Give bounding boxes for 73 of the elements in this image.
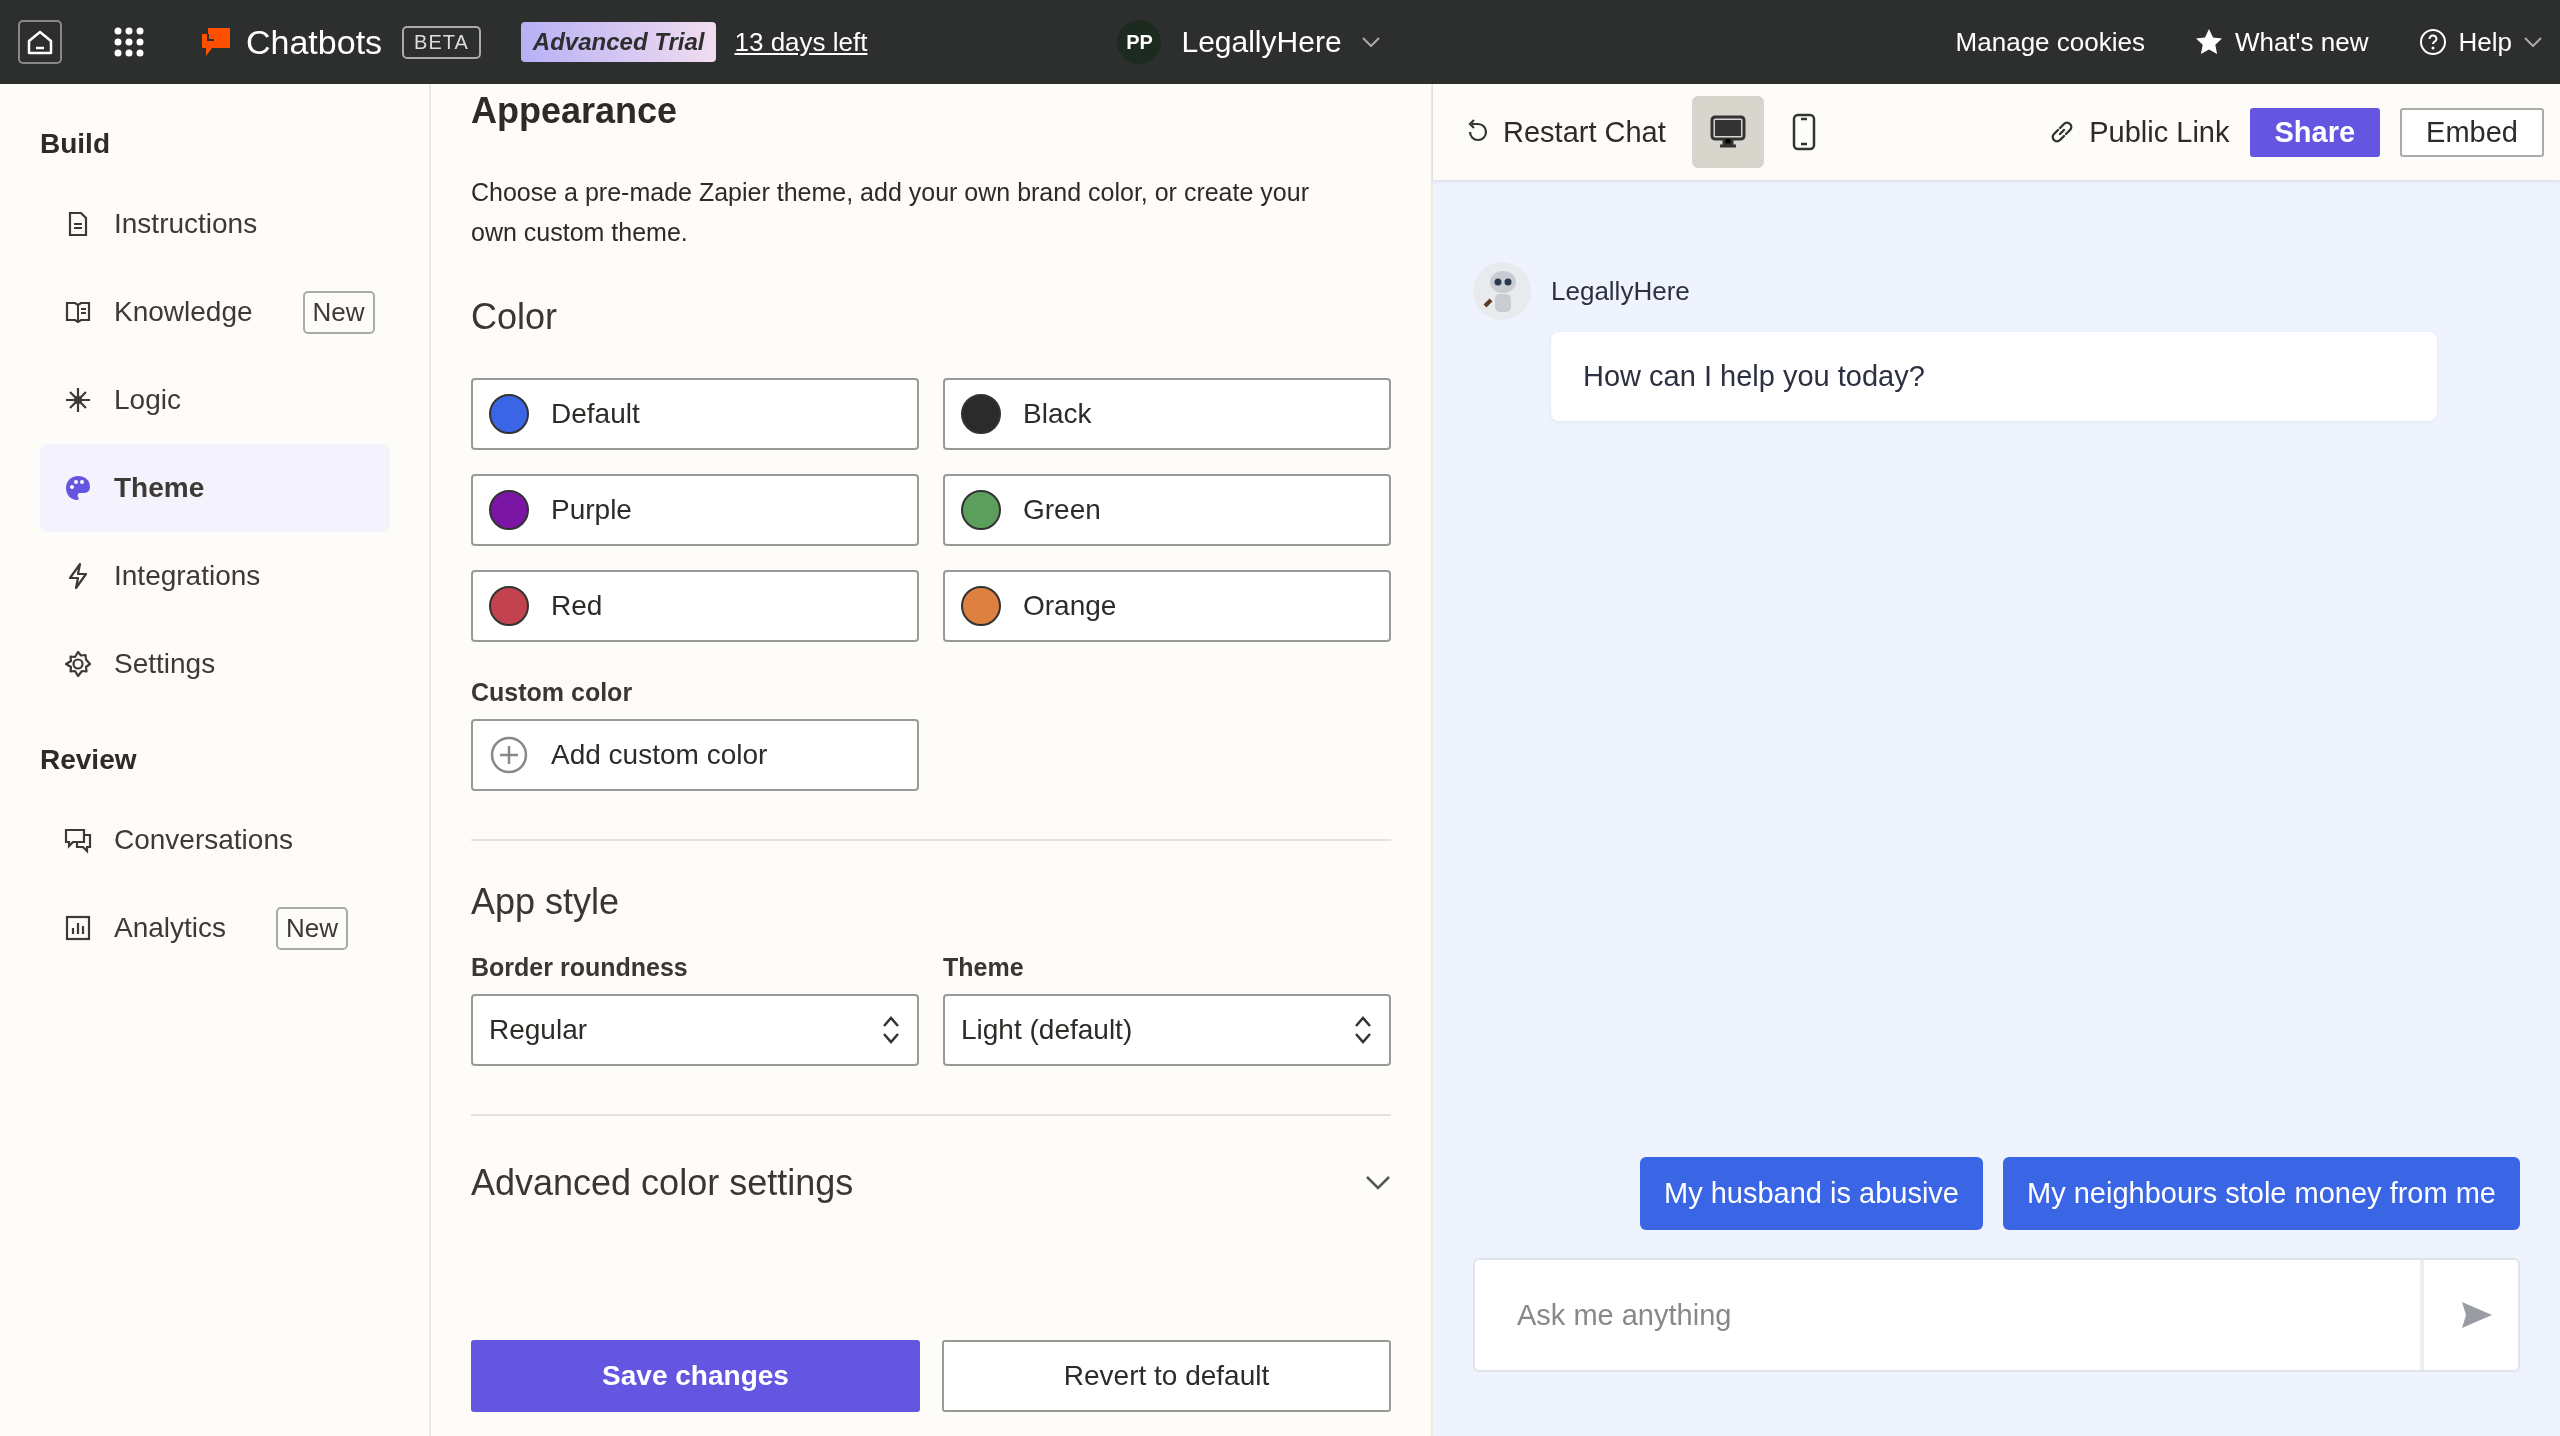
bot-avatar-icon [1473, 262, 1531, 320]
star-icon [2194, 28, 2223, 56]
logo-icon [200, 26, 232, 58]
input-field[interactable]: Ask me anything [1515, 1297, 2420, 1333]
chevron-down-icon [1365, 1175, 1391, 1191]
embed-button[interactable]: Embed [2400, 107, 2544, 157]
public-link-button[interactable]: Public Link [2047, 115, 2230, 149]
palette-icon [64, 474, 92, 502]
sidebar-item[interactable]: Knowledge New [40, 268, 390, 356]
sidebar-item[interactable]: Theme [40, 444, 390, 532]
topbar-link[interactable]: What's new [2194, 26, 2369, 58]
suggestion-button[interactable]: My husband is abusive [1639, 1157, 1983, 1230]
chat-bubbles-icon [64, 826, 92, 854]
suggestion-button[interactable]: My neighbours stole money from me [2002, 1157, 2520, 1230]
restart-chat-button[interactable]: Restart Chat [1465, 115, 1666, 149]
chevron-down-icon [2524, 37, 2542, 47]
section-heading: Build [40, 128, 111, 161]
home-icon [26, 29, 54, 55]
settings-icon [64, 650, 92, 678]
section-heading: Color [471, 296, 559, 338]
revert-button[interactable]: Revert to default [942, 1340, 1391, 1412]
description-text: Choose a pre-made Zapier theme, add your own brand color, or create your own custom theme. [471, 177, 1310, 248]
trial-link[interactable]: 13 days left [734, 26, 868, 58]
sidebar-item[interactable]: Integrations [40, 532, 390, 620]
color-option[interactable]: Default [471, 378, 919, 450]
sidebar-item[interactable]: Logic [40, 356, 390, 444]
section-title: Appearance [471, 90, 679, 132]
chat-input[interactable]: Ask me anything [1473, 1258, 2520, 1372]
bot-name: LegallyHere [1551, 275, 1690, 307]
sidebar-item[interactable]: Instructions [40, 180, 390, 268]
chevron-down-icon [1361, 37, 1380, 47]
select-field[interactable]: Regular [471, 994, 919, 1066]
color-option[interactable]: Green [943, 474, 1391, 546]
send-button[interactable] [2460, 1300, 2494, 1330]
home-button[interactable] [18, 20, 62, 64]
help-icon [2418, 28, 2447, 56]
topbar-link[interactable]: Help [2418, 26, 2542, 58]
app-title: Chatbots [246, 22, 383, 62]
color-option[interactable]: Black [943, 378, 1391, 450]
section-heading: App style [471, 881, 621, 923]
color-option[interactable]: Orange [943, 570, 1391, 642]
new-badge: New [302, 290, 375, 334]
sidebar-item[interactable]: Conversations [40, 796, 390, 884]
sidebar-item[interactable]: Settings [40, 620, 390, 708]
color-option[interactable]: Red [471, 570, 919, 642]
chat-message: How can I help you today? [1551, 332, 2437, 421]
field-label: Custom color [471, 678, 634, 707]
save-button[interactable]: Save changes [471, 1340, 920, 1412]
send-icon [2460, 1300, 2494, 1330]
bar-chart-icon [64, 914, 92, 942]
account-menu[interactable]: PP LegallyHere [1117, 20, 1380, 64]
field-label: Border roundness [471, 953, 689, 982]
sparkle-icon [64, 386, 92, 414]
field-label: Theme [943, 953, 1025, 982]
apps-grid-icon[interactable] [114, 27, 144, 57]
topbar-link[interactable]: Manage cookies [1955, 26, 2145, 58]
new-badge: New [276, 906, 349, 950]
account-avatar: PP [1117, 20, 1162, 64]
desktop-view-button[interactable] [1691, 96, 1764, 168]
plus-circle-icon [489, 735, 529, 775]
add-custom-color-button[interactable]: Add custom color [471, 719, 919, 791]
sidebar-item[interactable]: Analytics New [40, 884, 390, 972]
monitor-icon [1709, 115, 1746, 149]
plan-badge: Advanced Trial [520, 22, 717, 62]
beta-badge: BETA [402, 25, 481, 59]
section-heading: Review [40, 743, 138, 777]
color-option[interactable]: Purple [471, 474, 919, 546]
share-button[interactable]: Share [2249, 107, 2381, 157]
up-down-chevron-icon [881, 1014, 901, 1046]
up-down-chevron-icon [1353, 1014, 1373, 1046]
phone-icon [1791, 113, 1816, 151]
advanced-settings-toggle[interactable]: Advanced color settings [471, 1122, 1391, 1244]
select-field[interactable]: Light (default) [943, 994, 1391, 1066]
